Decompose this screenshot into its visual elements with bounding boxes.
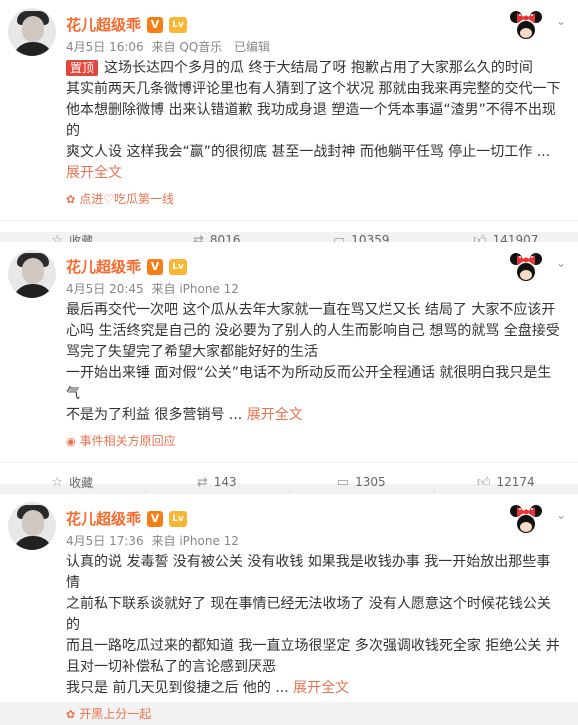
chevron-down-icon[interactable]: ⌄ xyxy=(556,256,566,270)
post-content: 置顶这场长达四个多月的瓜 终于大结局了呀 抱歉占用了大家那么久的时间 其实前两天… xyxy=(0,56,578,184)
chevron-down-icon[interactable]: ⌄ xyxy=(556,508,566,522)
edited-label: 已编辑 xyxy=(234,40,270,54)
minnie-decoration-icon xyxy=(508,498,544,536)
comment-button[interactable]: ▭1305 xyxy=(289,475,434,490)
minnie-decoration-icon xyxy=(508,246,544,284)
post-meta: 4月5日 16:06 来自 QQ音乐 已编辑 xyxy=(66,38,270,55)
topic-link[interactable]: ◉事件相关方原回应 xyxy=(0,426,578,452)
content-line: 而且一路吃瓜过来的都知道 我一直立场很坚定 多次强调收钱死全家 拒绝公关 并 xyxy=(66,636,564,657)
content-line: 爽文人设 这样我会“赢”的很彻底 甚至一战封神 而他躺平任骂 停止一切工作 ..… xyxy=(66,142,564,163)
post-card: 花儿超级乖 V Lv 4月5日 16:06 来自 QQ音乐 已编辑 ⌄ 置顶这场… xyxy=(0,0,578,232)
thumbs-up-icon: 👍︎ xyxy=(477,475,491,490)
post-header: 花儿超级乖 V Lv 4月5日 16:06 来自 QQ音乐 已编辑 ⌄ xyxy=(0,0,578,56)
super-topic-icon: ✿ xyxy=(66,708,75,721)
content-line: 我只是 前几天见到俊捷之后 他的 ... xyxy=(66,680,289,696)
post-content: 认真的说 发毒誓 没有被公关 没有收钱 如果我是收钱办事 我一开始放出那些事情 … xyxy=(0,550,578,699)
level-badge-icon: Lv xyxy=(169,259,187,275)
post-source: 来自 iPhone 12 xyxy=(152,534,239,548)
avatar[interactable] xyxy=(8,502,56,550)
post-time[interactable]: 4月5日 16:06 xyxy=(66,40,144,54)
vip-badge-icon: V xyxy=(147,17,163,33)
post-card: 花儿超级乖 V Lv 4月5日 20:45 来自 iPhone 12 ⌄ 最后再… xyxy=(0,242,578,484)
expand-full-text-link[interactable]: 展开全文 xyxy=(247,407,303,423)
avatar[interactable] xyxy=(8,8,56,56)
like-button[interactable]: 👍︎12174 xyxy=(434,475,578,490)
vip-badge-icon: V xyxy=(147,259,163,275)
level-badge-icon: Lv xyxy=(169,511,187,527)
star-icon: ☆ xyxy=(51,475,63,490)
content-line: 他本想删除微博 出来认错道歉 我功成身退 塑造一个凭本事逼“渣男”不得不出现的 xyxy=(66,100,564,142)
content-line: 认真的说 发毒誓 没有被公关 没有收钱 如果我是收钱办事 我一开始放出那些事情 xyxy=(66,552,564,594)
post-header: 花儿超级乖 V Lv 4月5日 20:45 来自 iPhone 12 ⌄ xyxy=(0,242,578,298)
content-line: 之前私下联系谈就好了 现在事情已经无法收场了 没有人愿意这个时候花钱公关的 xyxy=(66,594,564,636)
topic-link[interactable]: ✿点进♡吃瓜第一线 xyxy=(0,184,578,210)
pinned-badge: 置顶 xyxy=(66,60,98,76)
repost-button[interactable]: ⇄143 xyxy=(145,475,290,490)
post-source: 来自 iPhone 12 xyxy=(152,282,239,296)
comment-icon: ▭ xyxy=(337,475,349,490)
link-icon: ◉ xyxy=(66,435,76,448)
author-name[interactable]: 花儿超级乖 xyxy=(66,14,141,35)
level-badge-icon: Lv xyxy=(169,17,187,33)
author-name[interactable]: 花儿超级乖 xyxy=(66,508,141,529)
vip-badge-icon: V xyxy=(147,511,163,527)
chevron-down-icon[interactable]: ⌄ xyxy=(556,14,566,28)
topic-link[interactable]: ✿开黑上分一起 xyxy=(0,699,578,725)
minnie-decoration-icon xyxy=(508,4,544,42)
content-line: 不是为了利益 很多营销号 ... xyxy=(66,407,242,423)
post-meta: 4月5日 20:45 来自 iPhone 12 xyxy=(66,280,239,297)
post-time[interactable]: 4月5日 17:36 xyxy=(66,534,144,548)
content-line: 这场长达四个多月的瓜 终于大结局了呀 抱歉占用了大家那么久的时间 xyxy=(104,60,533,76)
content-line: 骂完了失望完了希望大家都能好好的生活 xyxy=(66,342,564,363)
post-source: 来自 QQ音乐 xyxy=(152,40,223,54)
content-line: 心吗 生活终究是自己的 没必要为了别人的人生而影响自己 想骂的就骂 全盘接受 xyxy=(66,321,564,342)
author-name[interactable]: 花儿超级乖 xyxy=(66,256,141,277)
post-content: 最后再交代一次吧 这个瓜从去年大家就一直在骂又烂又长 结局了 大家不应该开 心吗… xyxy=(0,298,578,426)
post-header: 花儿超级乖 V Lv 4月5日 17:36 来自 iPhone 12 ⌄ xyxy=(0,494,578,550)
content-line: 其实前两天几条微博评论里也有人猜到了这个状况 那就由我来再完整的交代一下 xyxy=(66,79,564,100)
repost-icon: ⇄ xyxy=(197,475,208,490)
expand-full-text-link[interactable]: 展开全文 xyxy=(293,680,349,696)
favorite-button[interactable]: ☆收藏 xyxy=(0,474,145,491)
content-line: 且对一切补偿私了的言论感到厌恶 xyxy=(66,657,564,678)
post-meta: 4月5日 17:36 来自 iPhone 12 xyxy=(66,532,239,549)
content-line: 一开始出来锤 面对假“公关”电话不为所动反而公开全程通话 就很明白我只是生气 xyxy=(66,363,564,405)
expand-full-text-link[interactable]: 展开全文 xyxy=(66,165,122,181)
content-line: 最后再交代一次吧 这个瓜从去年大家就一直在骂又烂又长 结局了 大家不应该开 xyxy=(66,300,564,321)
super-topic-icon: ✿ xyxy=(66,193,75,206)
post-card: 花儿超级乖 V Lv 4月5日 17:36 来自 iPhone 12 ⌄ 认真的… xyxy=(0,494,578,702)
avatar[interactable] xyxy=(8,250,56,298)
post-time[interactable]: 4月5日 20:45 xyxy=(66,282,144,296)
